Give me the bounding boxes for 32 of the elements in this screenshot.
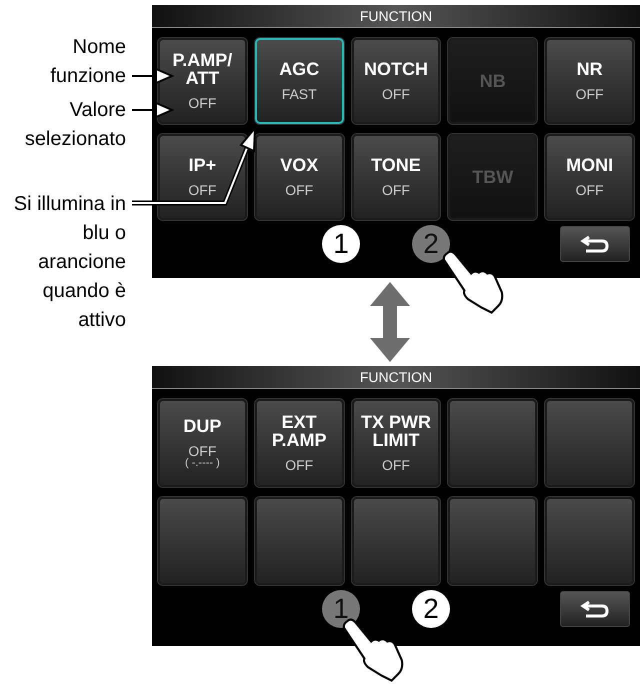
return-icon <box>580 599 610 619</box>
double-arrow-icon <box>370 282 410 362</box>
function-button[interactable]: VOX OFF <box>254 134 344 220</box>
empty-button[interactable] <box>448 497 538 585</box>
page-indicator[interactable]: 2 <box>412 225 450 263</box>
function-button[interactable]: AGC FAST <box>254 38 344 124</box>
empty-button[interactable] <box>448 399 538 487</box>
function-button[interactable]: IP+ OFF <box>158 134 247 220</box>
callout-label: Si illumina in blu o arancione quando è attivo <box>12 192 126 333</box>
function-button[interactable]: NOTCH OFF <box>352 38 440 124</box>
callout-label: Valore selezionato <box>24 98 126 152</box>
function-button[interactable]: TONE OFF <box>352 134 440 220</box>
empty-button[interactable] <box>545 399 634 487</box>
page-indicator[interactable]: 2 <box>412 590 450 628</box>
page-indicator[interactable]: 1 <box>322 590 360 628</box>
empty-button[interactable] <box>545 497 634 585</box>
function-button[interactable]: EXT P.AMP OFF <box>254 399 344 487</box>
screen-title: FUNCTION <box>152 366 640 389</box>
function-button[interactable]: NR OFF <box>545 38 634 124</box>
function-button[interactable]: P.AMP/ ATT OFF <box>158 38 247 124</box>
empty-button[interactable] <box>158 497 247 585</box>
back-button[interactable] <box>560 591 630 627</box>
callout-label: Nome funzione <box>49 35 126 89</box>
screen-title: FUNCTION <box>152 5 640 28</box>
empty-button[interactable] <box>352 497 440 585</box>
empty-button[interactable] <box>254 497 344 585</box>
return-icon <box>580 234 610 254</box>
function-button[interactable]: MONI OFF <box>545 134 634 220</box>
page-indicator[interactable]: 1 <box>322 225 360 263</box>
function-button[interactable]: TX PWR LIMIT OFF <box>352 399 440 487</box>
function-button[interactable]: DUP OFF ( -.---- ) <box>158 399 247 487</box>
back-button[interactable] <box>560 226 630 262</box>
